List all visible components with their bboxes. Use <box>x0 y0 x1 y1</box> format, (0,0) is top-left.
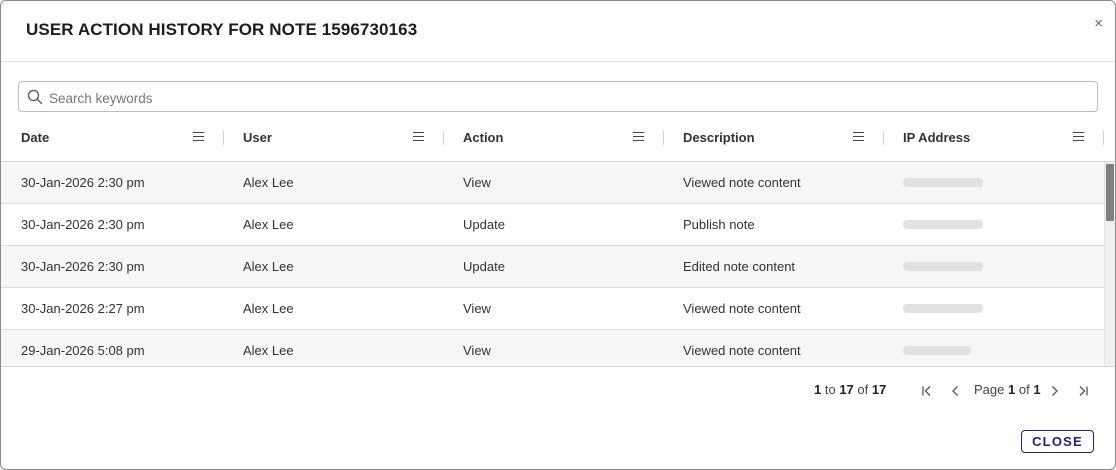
description-cell: Viewed note content <box>683 301 801 316</box>
table-row[interactable]: 30-Jan-2026 2:27 pm Alex Lee View Viewed… <box>1 288 1104 330</box>
date-cell: 30-Jan-2026 2:30 pm <box>21 175 145 190</box>
previous-page-icon[interactable] <box>947 383 963 399</box>
search-icon <box>27 89 43 105</box>
column-header-label: User <box>243 130 272 145</box>
column-header-user[interactable]: User <box>223 113 443 161</box>
ip-address-redacted <box>903 346 971 355</box>
row-range-start: 1 <box>814 382 822 397</box>
total-pages: 1 <box>1033 382 1041 397</box>
column-menu-icon[interactable] <box>413 132 424 141</box>
row-count-summary: 1 to 17 of 17 <box>814 382 886 397</box>
column-header-ip-address[interactable]: IP Address <box>883 113 1103 161</box>
date-cell: 30-Jan-2026 2:30 pm <box>21 259 145 274</box>
user-cell: Alex Lee <box>243 217 294 232</box>
scrollbar-thumb[interactable] <box>1106 164 1114 221</box>
row-range-end: 17 <box>839 382 854 397</box>
date-cell: 30-Jan-2026 2:30 pm <box>21 217 145 232</box>
table-row[interactable]: 30-Jan-2026 2:30 pm Alex Lee View Viewed… <box>1 162 1104 204</box>
user-action-history-dialog: USER ACTION HISTORY FOR NOTE 1596730163 … <box>0 0 1116 470</box>
column-header-label: Action <box>463 130 504 145</box>
action-cell: View <box>463 301 491 316</box>
user-cell: Alex Lee <box>243 343 294 358</box>
column-header-label: Date <box>21 130 50 145</box>
column-header-description[interactable]: Description <box>663 113 883 161</box>
row-total: 17 <box>871 382 887 397</box>
column-header-date[interactable]: Date <box>1 113 223 161</box>
page-word: Page <box>974 382 1005 397</box>
description-cell: Viewed note content <box>683 343 801 358</box>
table-header: Date User Action Description IP Address <box>1 113 1115 162</box>
description-cell: Edited note content <box>683 259 796 274</box>
table-row[interactable]: 30-Jan-2026 2:30 pm Alex Lee Update Publ… <box>1 204 1104 246</box>
ip-address-redacted <box>903 220 983 229</box>
vertical-scrollbar[interactable] <box>1104 162 1115 366</box>
user-cell: Alex Lee <box>243 175 294 190</box>
table-row[interactable]: 30-Jan-2026 2:30 pm Alex Lee Update Edit… <box>1 246 1104 288</box>
column-menu-icon[interactable] <box>1073 132 1084 141</box>
action-cell: Update <box>463 217 505 232</box>
table-footer-divider <box>1 366 1115 367</box>
page-indicator: Page 1 of 1 <box>974 382 1041 397</box>
action-cell: View <box>463 343 491 358</box>
column-menu-icon[interactable] <box>633 132 644 141</box>
row-range-of-word: of <box>857 382 869 397</box>
action-cell: View <box>463 175 491 190</box>
user-cell: Alex Lee <box>243 301 294 316</box>
date-cell: 29-Jan-2026 5:08 pm <box>21 343 145 358</box>
close-button[interactable]: CLOSE <box>1021 430 1094 453</box>
next-page-icon[interactable] <box>1047 383 1063 399</box>
date-cell: 30-Jan-2026 2:27 pm <box>21 301 145 316</box>
ip-address-redacted <box>903 178 983 187</box>
dialog-title: USER ACTION HISTORY FOR NOTE 1596730163 <box>26 20 418 39</box>
first-page-icon[interactable] <box>919 383 935 399</box>
description-cell: Publish note <box>683 217 755 232</box>
column-header-label: IP Address <box>903 130 971 145</box>
column-menu-icon[interactable] <box>853 132 864 141</box>
close-icon[interactable]: × <box>1094 16 1103 32</box>
table-body: 30-Jan-2026 2:30 pm Alex Lee View Viewed… <box>1 162 1104 366</box>
page-of-word: of <box>1018 382 1030 397</box>
user-cell: Alex Lee <box>243 259 294 274</box>
description-cell: Viewed note content <box>683 175 801 190</box>
current-page: 1 <box>1008 382 1016 397</box>
last-page-icon[interactable] <box>1075 383 1091 399</box>
search-input[interactable] <box>47 86 1091 110</box>
column-menu-icon[interactable] <box>193 132 204 141</box>
search-box[interactable] <box>18 81 1098 112</box>
ip-address-redacted <box>903 304 983 313</box>
column-resize-handle[interactable] <box>1103 131 1104 145</box>
row-range-to-word: to <box>824 382 836 397</box>
table-row[interactable]: 29-Jan-2026 5:08 pm Alex Lee View Viewed… <box>1 330 1104 366</box>
column-header-action[interactable]: Action <box>443 113 663 161</box>
ip-address-redacted <box>903 262 983 271</box>
column-header-label: Description <box>683 130 755 145</box>
dialog-header: USER ACTION HISTORY FOR NOTE 1596730163 … <box>1 1 1115 62</box>
action-cell: Update <box>463 259 505 274</box>
